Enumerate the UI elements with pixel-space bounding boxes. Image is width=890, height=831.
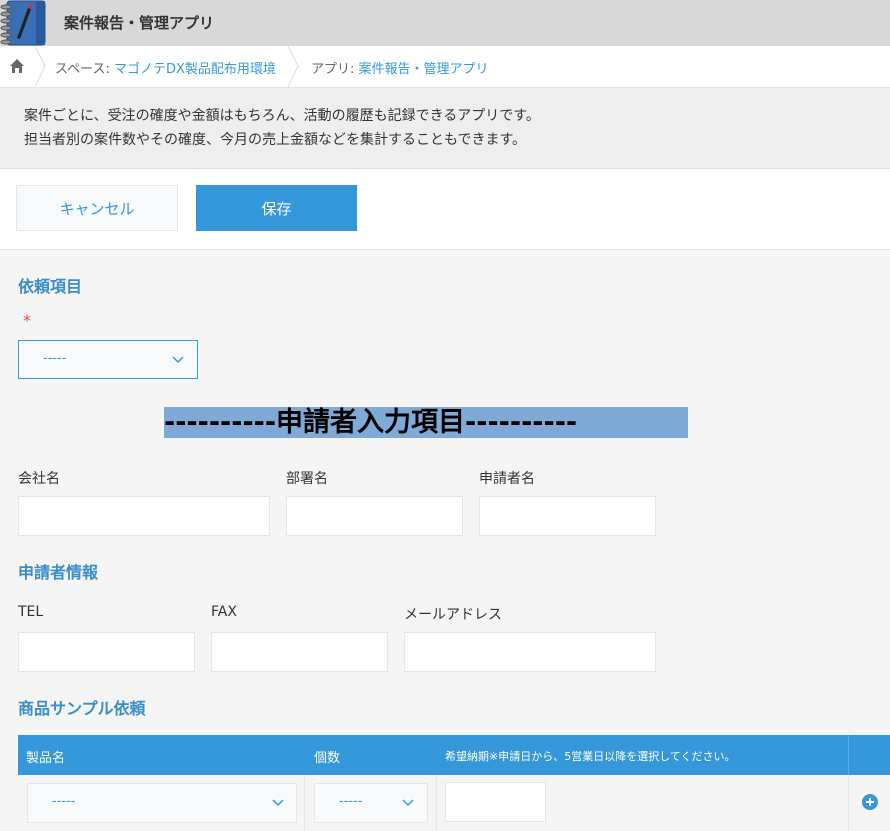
breadcrumb-app-prefix: アプリ:	[311, 62, 359, 77]
column-divider	[436, 775, 437, 831]
chevron-down-icon	[402, 799, 414, 807]
app-header: 案件報告・管理アプリ	[0, 0, 890, 46]
table-row: ----- -----	[18, 775, 848, 831]
request-item-select[interactable]: -----	[18, 340, 198, 379]
quantity-select-value: -----	[339, 794, 363, 809]
column-divider	[848, 775, 849, 831]
applicant-section-header: ----------申請者入力項目----------	[164, 407, 688, 438]
home-icon[interactable]	[9, 58, 25, 74]
breadcrumb-space-link[interactable]: マゴノテDX製品配布用環境	[114, 62, 276, 77]
description-line-2: 担当者別の案件数やその確度、今月の売上金額などを集計することもできます。	[24, 132, 527, 148]
applicant-name-field[interactable]	[479, 496, 656, 536]
tel-label: TEL	[18, 604, 44, 620]
sample-request-title: 商品サンプル依頼	[18, 699, 146, 718]
breadcrumb: スペース: マゴノテDX製品配布用環境 アプリ: 案件報告・管理アプリ	[0, 46, 890, 88]
company-label: 会社名	[18, 471, 60, 487]
email-label: メールアドレス	[404, 607, 502, 623]
breadcrumb-separator	[34, 46, 46, 87]
email-field[interactable]	[404, 632, 656, 672]
app-title: 案件報告・管理アプリ	[64, 14, 215, 32]
column-divider	[304, 775, 305, 831]
breadcrumb-space-prefix: スペース:	[55, 62, 114, 77]
column-header-quantity: 個数	[314, 751, 341, 766]
toolbar: キャンセル 保存	[0, 169, 890, 250]
description-line-1: 案件ごとに、受注の確度や金額はもちろん、活動の履歴も記録できるアプリです。	[24, 108, 540, 124]
applicant-info-title: 申請者情報	[18, 563, 99, 582]
applicant-name-label: 申請者名	[479, 471, 535, 487]
department-field[interactable]	[286, 496, 463, 536]
delivery-date-field[interactable]	[445, 782, 546, 822]
quantity-select[interactable]: -----	[314, 783, 428, 823]
company-field[interactable]	[18, 496, 270, 536]
cancel-button[interactable]: キャンセル	[16, 185, 178, 231]
department-label: 部署名	[286, 471, 328, 487]
notebook-icon[interactable]	[0, 0, 48, 46]
breadcrumb-app[interactable]: アプリ: 案件報告・管理アプリ	[311, 58, 489, 77]
add-row-icon[interactable]	[861, 793, 879, 811]
required-mark: *	[23, 311, 31, 330]
table-header-divider	[848, 735, 849, 775]
request-item-title: 依頼項目	[18, 277, 83, 296]
chevron-down-icon	[272, 799, 284, 807]
column-header-product: 製品名	[26, 751, 66, 766]
tel-field[interactable]	[18, 632, 195, 672]
app-description: 案件ごとに、受注の確度や金額はもちろん、活動の履歴も記録できるアプリです。 担当…	[0, 88, 890, 169]
product-select-value: -----	[52, 794, 76, 809]
fax-field[interactable]	[211, 632, 388, 672]
breadcrumb-space[interactable]: スペース: マゴノテDX製品配布用環境	[55, 58, 276, 77]
column-header-delivery: 希望納期※申請日から、5営業日以降を選択してください。	[445, 750, 736, 763]
request-item-select-value: -----	[43, 351, 67, 366]
breadcrumb-separator	[287, 46, 299, 87]
breadcrumb-app-link[interactable]: 案件報告・管理アプリ	[359, 62, 489, 77]
chevron-down-icon	[172, 356, 184, 364]
table-header: 製品名 個数 希望納期※申請日から、5営業日以降を選択してください。	[18, 735, 890, 775]
save-button[interactable]: 保存	[196, 185, 357, 231]
product-select[interactable]: -----	[27, 783, 297, 823]
fax-label: FAX	[211, 604, 237, 620]
